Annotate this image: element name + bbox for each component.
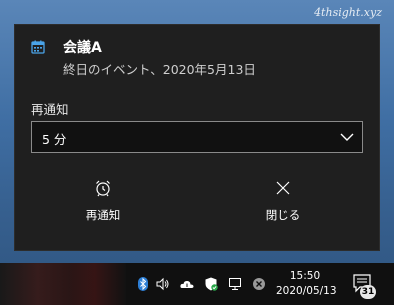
snooze-time-value: 5 分 <box>42 132 67 147</box>
onedrive-icon[interactable] <box>180 277 194 291</box>
notification-count-badge: 31 <box>360 285 376 299</box>
snooze-label: 再通知 <box>31 102 69 117</box>
dismiss-button[interactable]: 閉じる <box>203 175 363 235</box>
snooze-time-select[interactable]: 5 分 <box>31 121 363 153</box>
watermark: 4thsight.xyz <box>314 6 382 19</box>
calendar-icon <box>31 40 45 54</box>
close-circle-icon[interactable] <box>252 277 266 291</box>
taskbar-clock[interactable]: 15:50 2020/05/13 <box>276 269 337 299</box>
clock-time: 15:50 <box>289 270 321 282</box>
volume-icon[interactable] <box>156 277 170 291</box>
network-icon[interactable] <box>228 277 242 291</box>
security-icon[interactable] <box>204 277 218 291</box>
taskbar: 15:50 2020/05/13 31 <box>0 263 394 305</box>
event-subtitle: 終日のイベント、2020年5月13日 <box>63 62 256 77</box>
dismiss-button-label: 閉じる <box>265 208 301 222</box>
event-title: 会議A <box>63 40 102 56</box>
reminder-toast: 会議A 終日のイベント、2020年5月13日 再通知 5 分 再通知 閉じる <box>14 24 380 251</box>
bluetooth-icon[interactable] <box>136 277 150 291</box>
chevron-down-icon <box>340 133 354 141</box>
snooze-button-label: 再通知 <box>85 208 121 222</box>
alarm-clock-icon <box>96 180 110 197</box>
snooze-button[interactable]: 再通知 <box>23 175 183 235</box>
clock-date: 2020/05/13 <box>276 285 337 297</box>
taskbar-apps-area <box>0 263 126 305</box>
close-icon <box>276 181 290 195</box>
